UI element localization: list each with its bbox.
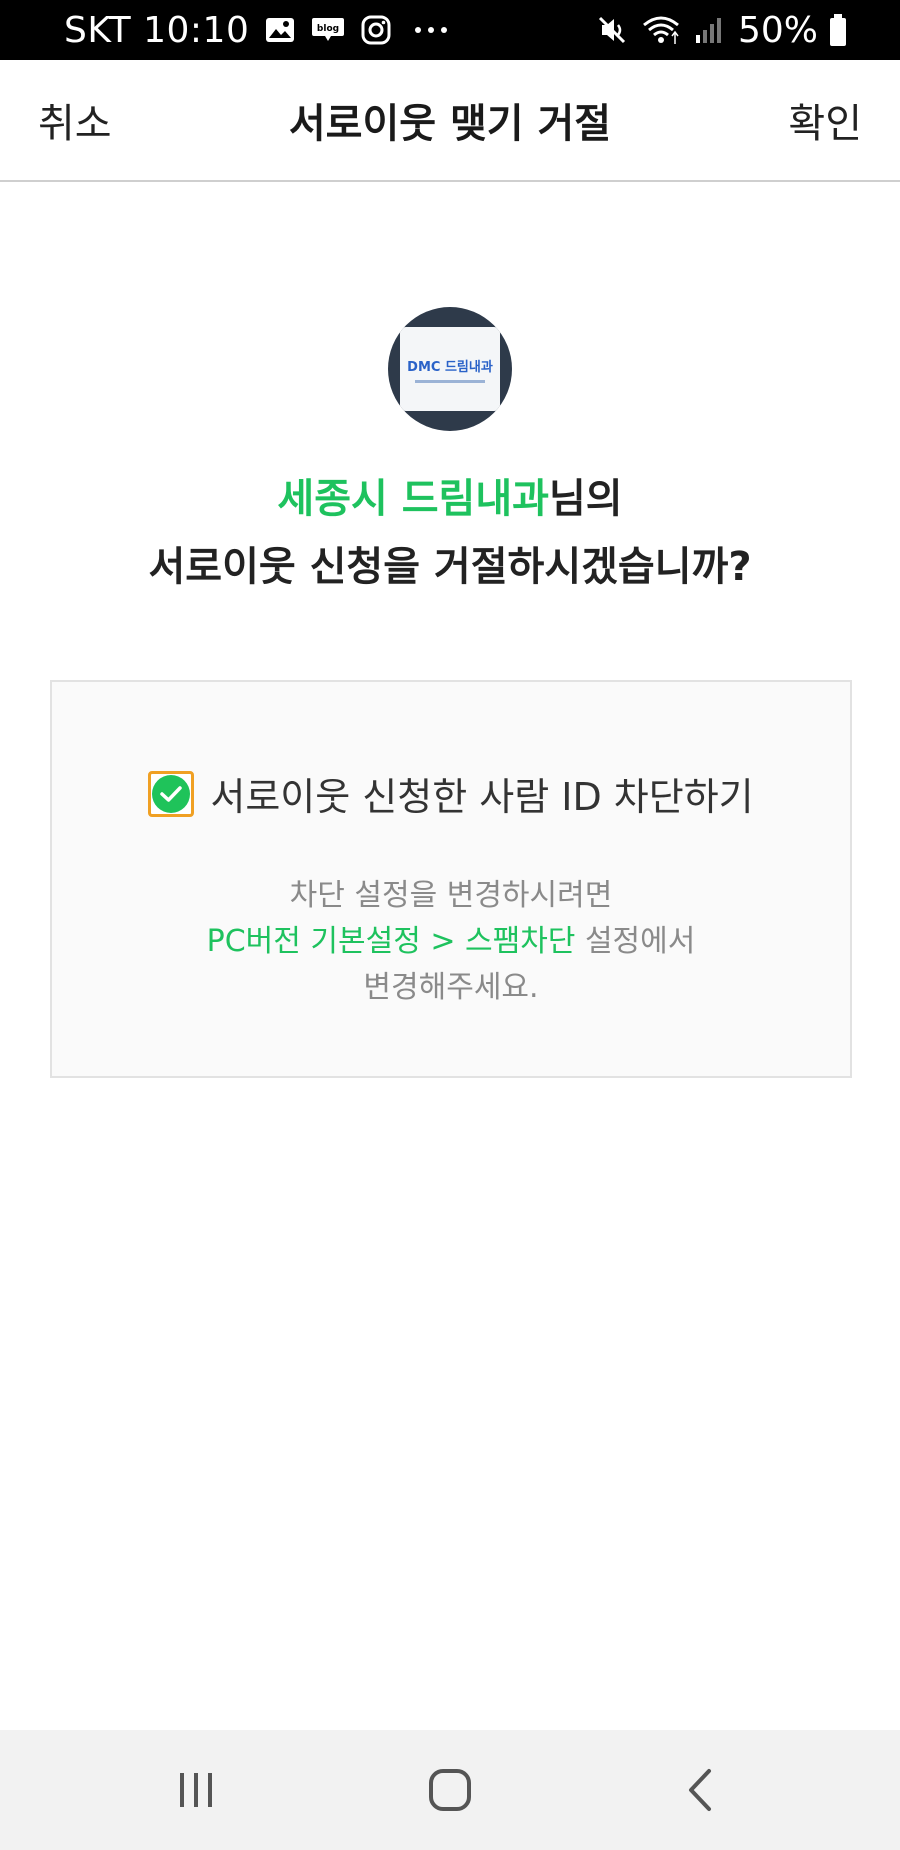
signal-icon: [694, 15, 724, 45]
avatar-logo-line: [415, 379, 485, 383]
confirm-button[interactable]: 확인: [788, 60, 862, 180]
avatar: DMC 드림내과: [388, 307, 512, 431]
back-icon[interactable]: [640, 1730, 760, 1850]
recent-apps-icon[interactable]: [136, 1730, 256, 1850]
status-bar: SKT 10:10 blog 50%: [0, 0, 900, 60]
reject-message-line2: 서로이웃 신청을 거절하시겠습니까?: [148, 544, 752, 590]
neighbor-name-suffix: 님의: [548, 476, 623, 522]
mute-icon: [596, 14, 628, 46]
image-icon: [265, 17, 295, 43]
status-bar-left: SKT 10:10 blog: [64, 0, 449, 60]
blog-icon: blog: [311, 16, 345, 44]
wifi-icon: [642, 14, 680, 46]
instagram-icon: [361, 15, 391, 45]
system-nav-bar: [0, 1730, 900, 1850]
reject-message-line1: 세종시 드림내과님의: [0, 466, 900, 524]
avatar-logo-image: DMC 드림내과: [400, 327, 500, 411]
neighbor-name: 세종시 드림내과: [277, 476, 549, 522]
carrier-time: SKT 10:10: [64, 9, 250, 51]
spam-settings-link[interactable]: PC버전 기본설정 > 스팸차단: [207, 924, 576, 959]
svg-text:blog: blog: [317, 24, 339, 34]
block-note-line3: 변경해주세요.: [363, 970, 539, 1005]
app-header: 취소 서로이웃 맺기 거절 확인: [0, 60, 900, 182]
block-id-option[interactable]: 서로이웃 신청한 사람 ID 차단하기: [52, 766, 850, 821]
block-note-line1: 차단 설정을 변경하시려면: [289, 878, 613, 913]
home-icon[interactable]: [390, 1730, 510, 1850]
status-bar-right: 50%: [596, 0, 848, 60]
more-dots-icon: [413, 25, 449, 35]
block-note-line2: PC버전 기본설정 > 스팸차단 설정에서: [52, 916, 850, 960]
battery-icon: [828, 13, 848, 47]
block-note-line2-suffix: 설정에서: [575, 924, 696, 959]
battery-percent: 50%: [737, 9, 818, 51]
page-title: 서로이웃 맺기 거절: [288, 101, 612, 147]
block-id-label: 서로이웃 신청한 사람 ID 차단하기: [210, 775, 754, 819]
avatar-logo-text: DMC 드림내과: [407, 359, 493, 375]
block-id-checkbox[interactable]: [148, 770, 195, 817]
block-option-box: 서로이웃 신청한 사람 ID 차단하기 차단 설정을 변경하시려면 PC버전 기…: [50, 680, 852, 1078]
checkmark-icon: [152, 774, 191, 813]
